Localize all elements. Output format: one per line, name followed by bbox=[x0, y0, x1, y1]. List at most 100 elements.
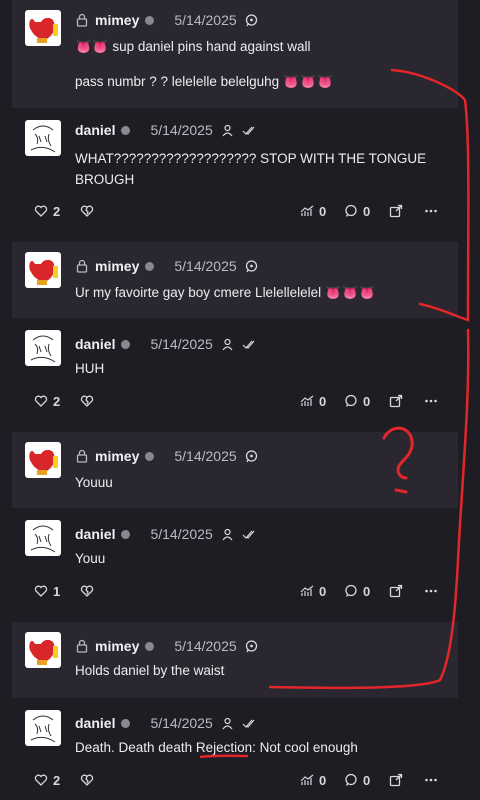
lock-icon bbox=[76, 449, 88, 463]
like-button[interactable]: 2 bbox=[34, 391, 60, 411]
post-actions: 2 0 0 bbox=[34, 391, 444, 411]
share-button[interactable] bbox=[389, 770, 403, 790]
comment-count: 0 bbox=[363, 393, 371, 409]
comment-button[interactable]: 0 bbox=[344, 770, 370, 790]
broken-heart-icon bbox=[80, 774, 94, 786]
like-count: 2 bbox=[53, 393, 61, 409]
lock-icon bbox=[76, 259, 88, 273]
more-button[interactable] bbox=[424, 391, 438, 411]
heart-icon bbox=[34, 774, 48, 786]
view-count: 0 bbox=[319, 393, 327, 409]
post-date[interactable]: 5/14/2025 bbox=[150, 715, 212, 731]
lock-icon bbox=[76, 639, 88, 653]
stats-button[interactable]: 0 bbox=[300, 581, 326, 601]
post-body: Ur my favoirte gay boy cmere Llelellelel… bbox=[75, 282, 440, 303]
post-header: mimey 5/14/2025 bbox=[75, 256, 258, 276]
author-name[interactable]: daniel bbox=[75, 336, 115, 352]
feed: mimey 5/14/2025 👅👅 sup daniel pins hand … bbox=[0, 0, 480, 800]
post-date[interactable]: 5/14/2025 bbox=[150, 526, 212, 542]
author-name[interactable]: daniel bbox=[75, 122, 115, 138]
dislike-button[interactable] bbox=[80, 201, 94, 221]
avatar-daniel[interactable] bbox=[25, 520, 61, 556]
more-button[interactable] bbox=[424, 770, 438, 790]
comment-icon bbox=[345, 394, 357, 407]
share-button[interactable] bbox=[389, 201, 403, 221]
author-name[interactable]: daniel bbox=[75, 715, 115, 731]
post-date[interactable]: 5/14/2025 bbox=[150, 336, 212, 352]
share-icon bbox=[389, 773, 403, 787]
person-icon bbox=[222, 717, 233, 729]
dislike-button[interactable] bbox=[80, 391, 94, 411]
chat-bubble-icon bbox=[245, 449, 257, 462]
post-actions: 2 0 0 bbox=[34, 770, 444, 790]
like-count: 1 bbox=[53, 583, 61, 599]
dislike-button[interactable] bbox=[80, 770, 94, 790]
comment-icon bbox=[345, 204, 357, 217]
post-daniel: daniel 5/14/2025 HUH 2 0 0 bbox=[12, 320, 458, 420]
more-icon bbox=[425, 209, 437, 213]
post-header: mimey 5/14/2025 bbox=[75, 636, 258, 656]
avatar-mimey[interactable] bbox=[25, 252, 61, 288]
author-name[interactable]: daniel bbox=[75, 526, 115, 542]
author-name[interactable]: mimey bbox=[95, 638, 139, 654]
post-header: mimey 5/14/2025 bbox=[75, 10, 258, 30]
post-body: Youu bbox=[75, 548, 440, 569]
post-date[interactable]: 5/14/2025 bbox=[174, 448, 236, 464]
heart-icon bbox=[34, 585, 48, 597]
post-date[interactable]: 5/14/2025 bbox=[174, 12, 236, 28]
author-name[interactable]: mimey bbox=[95, 12, 139, 28]
share-button[interactable] bbox=[389, 581, 403, 601]
comment-icon bbox=[345, 584, 357, 597]
post-actions: 2 0 0 bbox=[34, 201, 444, 221]
like-count: 2 bbox=[53, 203, 61, 219]
post-date[interactable]: 5/14/2025 bbox=[174, 258, 236, 274]
double-check-icon bbox=[242, 126, 255, 135]
post-text: Death. Death death Rejection: Not cool e… bbox=[75, 740, 358, 755]
chat-bubble-icon bbox=[245, 259, 257, 272]
avatar-daniel[interactable] bbox=[25, 120, 61, 156]
dislike-button[interactable] bbox=[80, 581, 94, 601]
share-button[interactable] bbox=[389, 391, 403, 411]
stats-icon bbox=[300, 395, 314, 406]
post-date[interactable]: 5/14/2025 bbox=[150, 122, 212, 138]
post-daniel: daniel 5/14/2025 WHAT???????????????????… bbox=[12, 110, 458, 232]
avatar-mimey[interactable] bbox=[25, 10, 61, 46]
author-name[interactable]: mimey bbox=[95, 448, 139, 464]
post-body: Death. Death death Rejection: Not cool e… bbox=[75, 737, 440, 758]
avatar-mimey[interactable] bbox=[25, 442, 61, 478]
person-icon bbox=[222, 528, 233, 540]
avatar-daniel[interactable] bbox=[25, 330, 61, 366]
author-name[interactable]: mimey bbox=[95, 258, 139, 274]
share-icon bbox=[389, 394, 403, 408]
status-dot bbox=[145, 451, 155, 461]
comment-button[interactable]: 0 bbox=[344, 391, 370, 411]
post-body: HUH bbox=[75, 358, 440, 379]
post-mimey: mimey 5/14/2025 Holds daniel by the wais… bbox=[12, 622, 458, 698]
like-button[interactable]: 2 bbox=[34, 201, 60, 221]
post-text: WHAT??????????????????? STOP WITH THE TO… bbox=[75, 151, 427, 166]
comment-button[interactable]: 0 bbox=[344, 581, 370, 601]
post-date[interactable]: 5/14/2025 bbox=[174, 638, 236, 654]
share-icon bbox=[389, 204, 403, 218]
avatar-mimey[interactable] bbox=[25, 632, 61, 668]
view-count: 0 bbox=[319, 772, 327, 788]
stats-button[interactable]: 0 bbox=[300, 201, 326, 221]
status-dot bbox=[121, 718, 131, 728]
like-button[interactable]: 1 bbox=[34, 581, 60, 601]
post-text: Holds daniel by the waist bbox=[75, 663, 225, 678]
comment-button[interactable]: 0 bbox=[344, 201, 370, 221]
avatar-daniel[interactable] bbox=[25, 710, 61, 746]
post-header: mimey 5/14/2025 bbox=[75, 446, 258, 466]
post-header: daniel 5/14/2025 bbox=[75, 334, 255, 354]
double-check-icon bbox=[242, 340, 255, 349]
post-daniel: daniel 5/14/2025 Death. Death death Reje… bbox=[12, 700, 458, 800]
stats-button[interactable]: 0 bbox=[300, 770, 326, 790]
more-button[interactable] bbox=[424, 581, 438, 601]
post-mimey: mimey 5/14/2025 Ur my favoirte gay boy c… bbox=[12, 242, 458, 318]
stats-button[interactable]: 0 bbox=[300, 391, 326, 411]
more-button[interactable] bbox=[424, 201, 438, 221]
status-dot bbox=[121, 339, 131, 349]
stats-icon bbox=[300, 774, 314, 785]
like-button[interactable]: 2 bbox=[34, 770, 60, 790]
comment-count: 0 bbox=[363, 203, 371, 219]
